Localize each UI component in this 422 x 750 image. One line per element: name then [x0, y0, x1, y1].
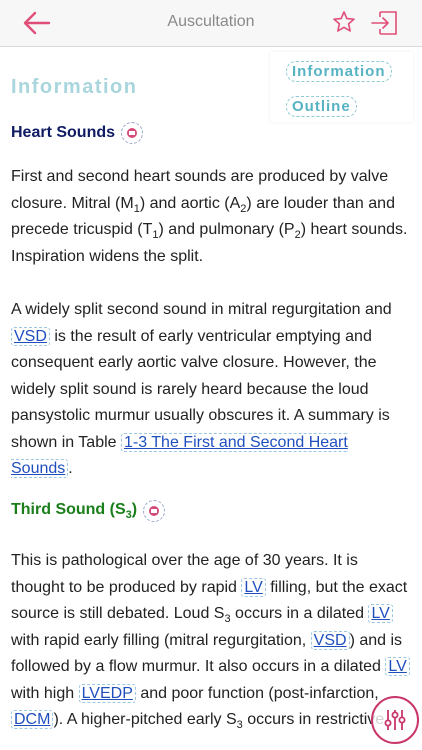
exit-icon: [371, 11, 397, 35]
toc-link-outline[interactable]: Outline: [286, 96, 357, 117]
term-link-lv[interactable]: LV: [241, 577, 266, 597]
section-heading: Information: [11, 76, 138, 98]
star-icon: [333, 11, 355, 32]
heart-sounds-heading: Heart Sounds: [11, 122, 144, 144]
outline-panel: Information Outline: [270, 52, 413, 122]
term-link-lv[interactable]: LV: [368, 604, 393, 623]
favorite-button[interactable]: [332, 10, 356, 34]
sound-icon[interactable]: [121, 122, 144, 144]
third-sound-heading: Third Sound (S3): [11, 500, 166, 522]
paragraph-third-sound: This is pathological over the age of 30 …: [11, 548, 411, 734]
third-sound-heading-text: Third Sound (S3): [11, 500, 138, 522]
term-link-lvedp[interactable]: LVEDP: [78, 683, 136, 703]
term-link-dcm[interactable]: DCM: [11, 710, 54, 729]
paragraph-split-second-sound: A widely split second sound in mitral re…: [11, 301, 392, 478]
term-link-vsd[interactable]: VSD: [310, 630, 350, 650]
exit-button[interactable]: [370, 10, 398, 36]
settings-button[interactable]: [371, 696, 419, 744]
term-link-vsd[interactable]: VSD: [11, 326, 50, 346]
heart-sounds-heading-text: Heart Sounds: [11, 124, 116, 141]
content-area[interactable]: Information Information Outline Heart So…: [0, 46, 422, 750]
sliders-icon: [384, 710, 406, 730]
toc-link-information[interactable]: Information: [286, 61, 392, 82]
term-link-lv[interactable]: LV: [385, 657, 410, 676]
sound-icon[interactable]: [143, 500, 166, 522]
paragraph-first-second-sounds: First and second heart sounds are produc…: [11, 168, 408, 265]
page-title: Auscultation: [167, 13, 255, 30]
top-bar: Auscultation: [0, 0, 422, 47]
